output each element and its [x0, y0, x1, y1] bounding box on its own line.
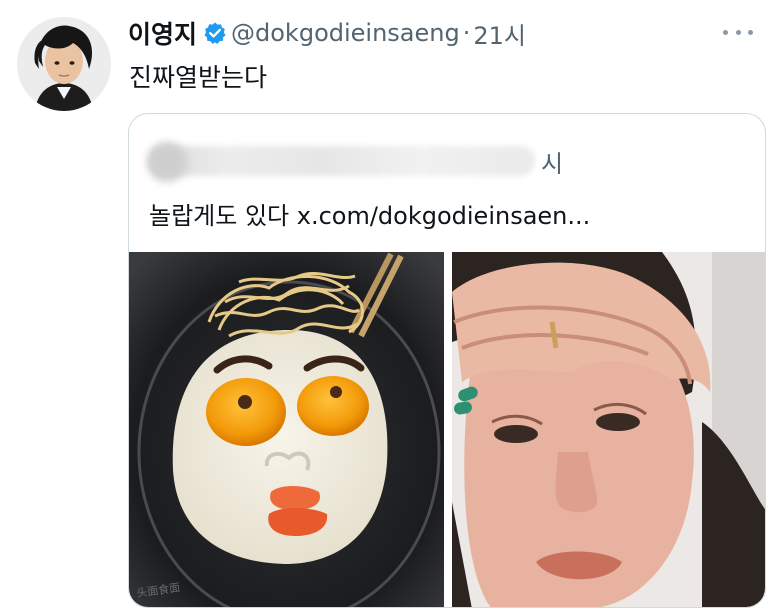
display-name[interactable]: 이영지 — [128, 15, 197, 51]
verified-badge-icon — [203, 21, 227, 45]
quoted-tweet-text: 놀랍게도 있다 x.com/dokgodieinsaen... — [149, 202, 591, 230]
quoted-tweet-header: 시 — [147, 142, 569, 182]
blurred-avatar — [147, 142, 187, 182]
quoted-timestamp: 시 — [541, 150, 564, 178]
avatar-image — [17, 17, 111, 111]
user-handle[interactable]: @dokgodieinsaeng — [231, 19, 460, 47]
media-grid: 头面食面 — [129, 252, 765, 607]
egg-face-photo[interactable]: 头面食面 — [129, 252, 444, 607]
more-options-icon[interactable] — [723, 20, 753, 44]
avatar[interactable] — [17, 17, 111, 111]
quoted-tweet-card[interactable]: 시 놀랍게도 있다 x.com/dokgodieinsaen... 头面食面 — [128, 113, 766, 608]
timestamp[interactable]: 21시 — [473, 16, 526, 51]
tweet-header: 이영지 @dokgodieinsaeng · 21시 — [128, 14, 753, 52]
blurred-author-info — [149, 146, 535, 176]
crying-person-photo[interactable] — [452, 252, 765, 607]
separator-dot: · — [462, 19, 471, 47]
tweet-text: 진짜열받는다 — [129, 63, 268, 92]
